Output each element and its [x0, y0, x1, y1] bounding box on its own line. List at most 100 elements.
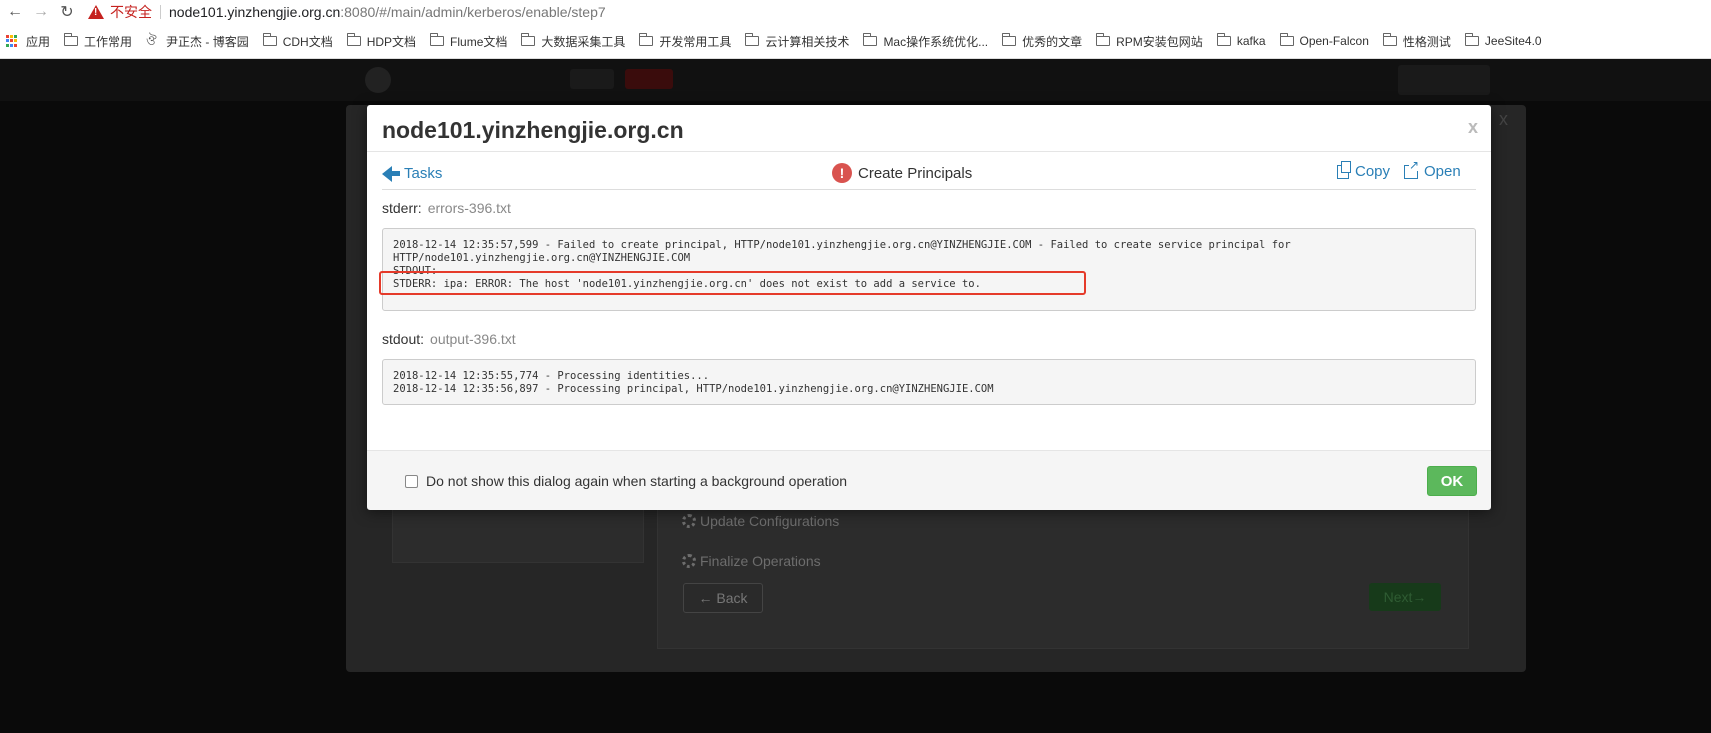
log-line: 2018-12-14 12:35:56,897 - Processing pri… [393, 383, 994, 395]
url-host: node101.yinzhengjie.org.cn [169, 4, 341, 20]
task-name: Create Principals [858, 164, 973, 182]
tasks-label: Tasks [404, 165, 443, 182]
arrow-shaft [392, 171, 400, 176]
close-icon[interactable]: x [1468, 117, 1478, 138]
bookmark-label: CDH文档 [282, 34, 333, 49]
reload-icon[interactable]: ↻ [56, 1, 78, 23]
bookmark-label: 开发常用工具 [659, 34, 732, 49]
bookmark-folder[interactable]: 大数据采集工具 [521, 33, 625, 50]
step-finalize-operations: Finalize Operations [682, 553, 821, 569]
browser-url-bar: ← → ↻ 不安全 node101.yinzhengjie.org.cn:808… [0, 0, 1711, 24]
open-label: Open [1424, 163, 1461, 180]
folder-icon [346, 33, 361, 46]
bookmark-folder[interactable]: JeeSite4.0 [1464, 33, 1542, 48]
bookmark-label: JeeSite4.0 [1484, 34, 1542, 48]
bookmark-folder[interactable]: 云计算相关技术 [745, 33, 849, 50]
bookmark-label: kafka [1236, 34, 1266, 48]
bookmark-folder[interactable]: HDP文档 [346, 33, 417, 50]
bookmark-folder[interactable]: Mac操作系统优化... [863, 33, 988, 50]
log-line: 2018-12-14 12:35:55,774 - Processing ide… [393, 370, 710, 382]
task-status: ! Create Principals [832, 163, 972, 183]
folder-icon [262, 33, 277, 46]
log-line: HTTP/node101.yinzhengjie.org.cn@YINZHENG… [393, 252, 691, 264]
background-operation-modal: node101.yinzhengjie.org.cn x Tasks ! Cre… [367, 105, 1491, 510]
folder-icon [1464, 33, 1479, 46]
app-top-nav [0, 59, 1711, 101]
gear-icon [682, 514, 696, 528]
address-bar[interactable]: 不安全 node101.yinzhengjie.org.cn:8080/#/ma… [88, 0, 606, 24]
bookmark-folder[interactable]: 开发常用工具 [639, 33, 731, 50]
back-arrow-icon[interactable]: ← [4, 1, 26, 23]
stdout-filename: output-396.txt [430, 331, 516, 347]
url-separator [160, 5, 161, 19]
bookmark-label: 应用 [26, 34, 51, 49]
insecure-label: 不安全 [110, 4, 152, 20]
stderr-heading: stderr: errors-396.txt [382, 200, 511, 216]
apps-grid-icon [6, 35, 18, 47]
bookmark-label: 云计算相关技术 [765, 34, 850, 49]
folder-icon [1096, 33, 1111, 46]
modal-footer: Do not show this dialog again when start… [367, 450, 1491, 510]
back-button: ← Back [683, 583, 763, 613]
folder-icon [745, 33, 760, 46]
modal-title: node101.yinzhengjie.org.cn [382, 117, 684, 143]
stdout-label: stdout: [382, 331, 425, 347]
bookmark-apps[interactable]: 应用 [6, 33, 50, 50]
step-update-configurations: Update Configurations [682, 513, 839, 529]
bookmark-folder[interactable]: Open-Falcon [1279, 33, 1369, 48]
bookmark-label: HDP文档 [366, 34, 417, 49]
wizard-close-icon: x [1499, 109, 1508, 129]
copy-icon [1337, 160, 1351, 179]
bookmark-label: RPM安装包网站 [1116, 34, 1203, 49]
copy-label: Copy [1355, 163, 1391, 180]
step-label: Finalize Operations [700, 553, 821, 569]
stderr-log[interactable]: 2018-12-14 12:35:57,599 - Failed to crea… [382, 228, 1476, 311]
dont-show-again[interactable]: Do not show this dialog again when start… [405, 473, 847, 489]
bookmark-label: 大数据采集工具 [541, 34, 626, 49]
stdout-heading: stdout: output-396.txt [382, 331, 516, 347]
user-menu-button [1398, 65, 1490, 95]
dont-show-checkbox[interactable] [405, 474, 418, 488]
bookmark-label: Open-Falcon [1299, 34, 1369, 48]
arrow-left-icon [382, 165, 392, 182]
stdout-log[interactable]: 2018-12-14 12:35:55,774 - Processing ide… [382, 359, 1476, 405]
bookmark-label: Mac操作系统优化... [883, 34, 989, 49]
bookmark-label: 尹正杰 - 博客园 [166, 34, 249, 49]
bookmark-folder[interactable]: 工作常用 [64, 33, 132, 50]
folder-icon [430, 33, 445, 46]
stderr-filename: errors-396.txt [427, 200, 511, 216]
folder-icon [639, 33, 654, 46]
log-line: 2018-12-14 12:35:57,599 - Failed to crea… [393, 239, 1291, 251]
bookmark-folder[interactable]: RPM安装包网站 [1096, 33, 1203, 50]
bookmarks-bar: 应用 工作常用 ঔ 尹正杰 - 博客园 CDH文档 HDP文档 Flume文档 大… [0, 24, 1711, 59]
bookmark-folder[interactable]: CDH文档 [262, 33, 333, 50]
folder-icon [1279, 33, 1294, 46]
next-button: Next→ [1369, 583, 1441, 611]
bookmark-label: 优秀的文章 [1022, 34, 1083, 49]
open-link[interactable]: Open [1404, 158, 1461, 180]
warning-icon [88, 5, 104, 19]
bookmark-label: 工作常用 [84, 34, 133, 49]
alerts-badge [625, 69, 673, 89]
folder-icon [1216, 33, 1231, 46]
forward-arrow-icon[interactable]: → [30, 1, 52, 23]
app-logo-icon [365, 67, 391, 93]
bookmark-folder[interactable]: kafka [1216, 33, 1266, 48]
bookmark-folder[interactable]: 性格测试 [1382, 33, 1451, 50]
url-path: :8080/#/main/admin/kerberos/enable/step7 [340, 4, 606, 20]
ok-button[interactable]: OK [1427, 466, 1477, 496]
folder-icon [863, 33, 878, 46]
error-icon: ! [832, 163, 852, 183]
ops-badge [570, 69, 614, 89]
log-line-error: STDERR: ipa: ERROR: The host 'node101.yi… [393, 278, 981, 290]
bookmark-folder[interactable]: 优秀的文章 [1002, 33, 1082, 50]
bookmark-blog[interactable]: ঔ 尹正杰 - 博客园 [146, 33, 249, 50]
folder-icon [1382, 33, 1397, 46]
copy-link[interactable]: Copy [1337, 160, 1391, 180]
stderr-label: stderr: [382, 200, 422, 216]
tasks-back-link[interactable]: Tasks [382, 165, 442, 182]
bookmark-label: Flume文档 [450, 34, 508, 49]
bookmark-folder[interactable]: Flume文档 [430, 33, 507, 50]
log-line: STDOUT: [393, 265, 438, 277]
folder-icon [64, 33, 79, 46]
